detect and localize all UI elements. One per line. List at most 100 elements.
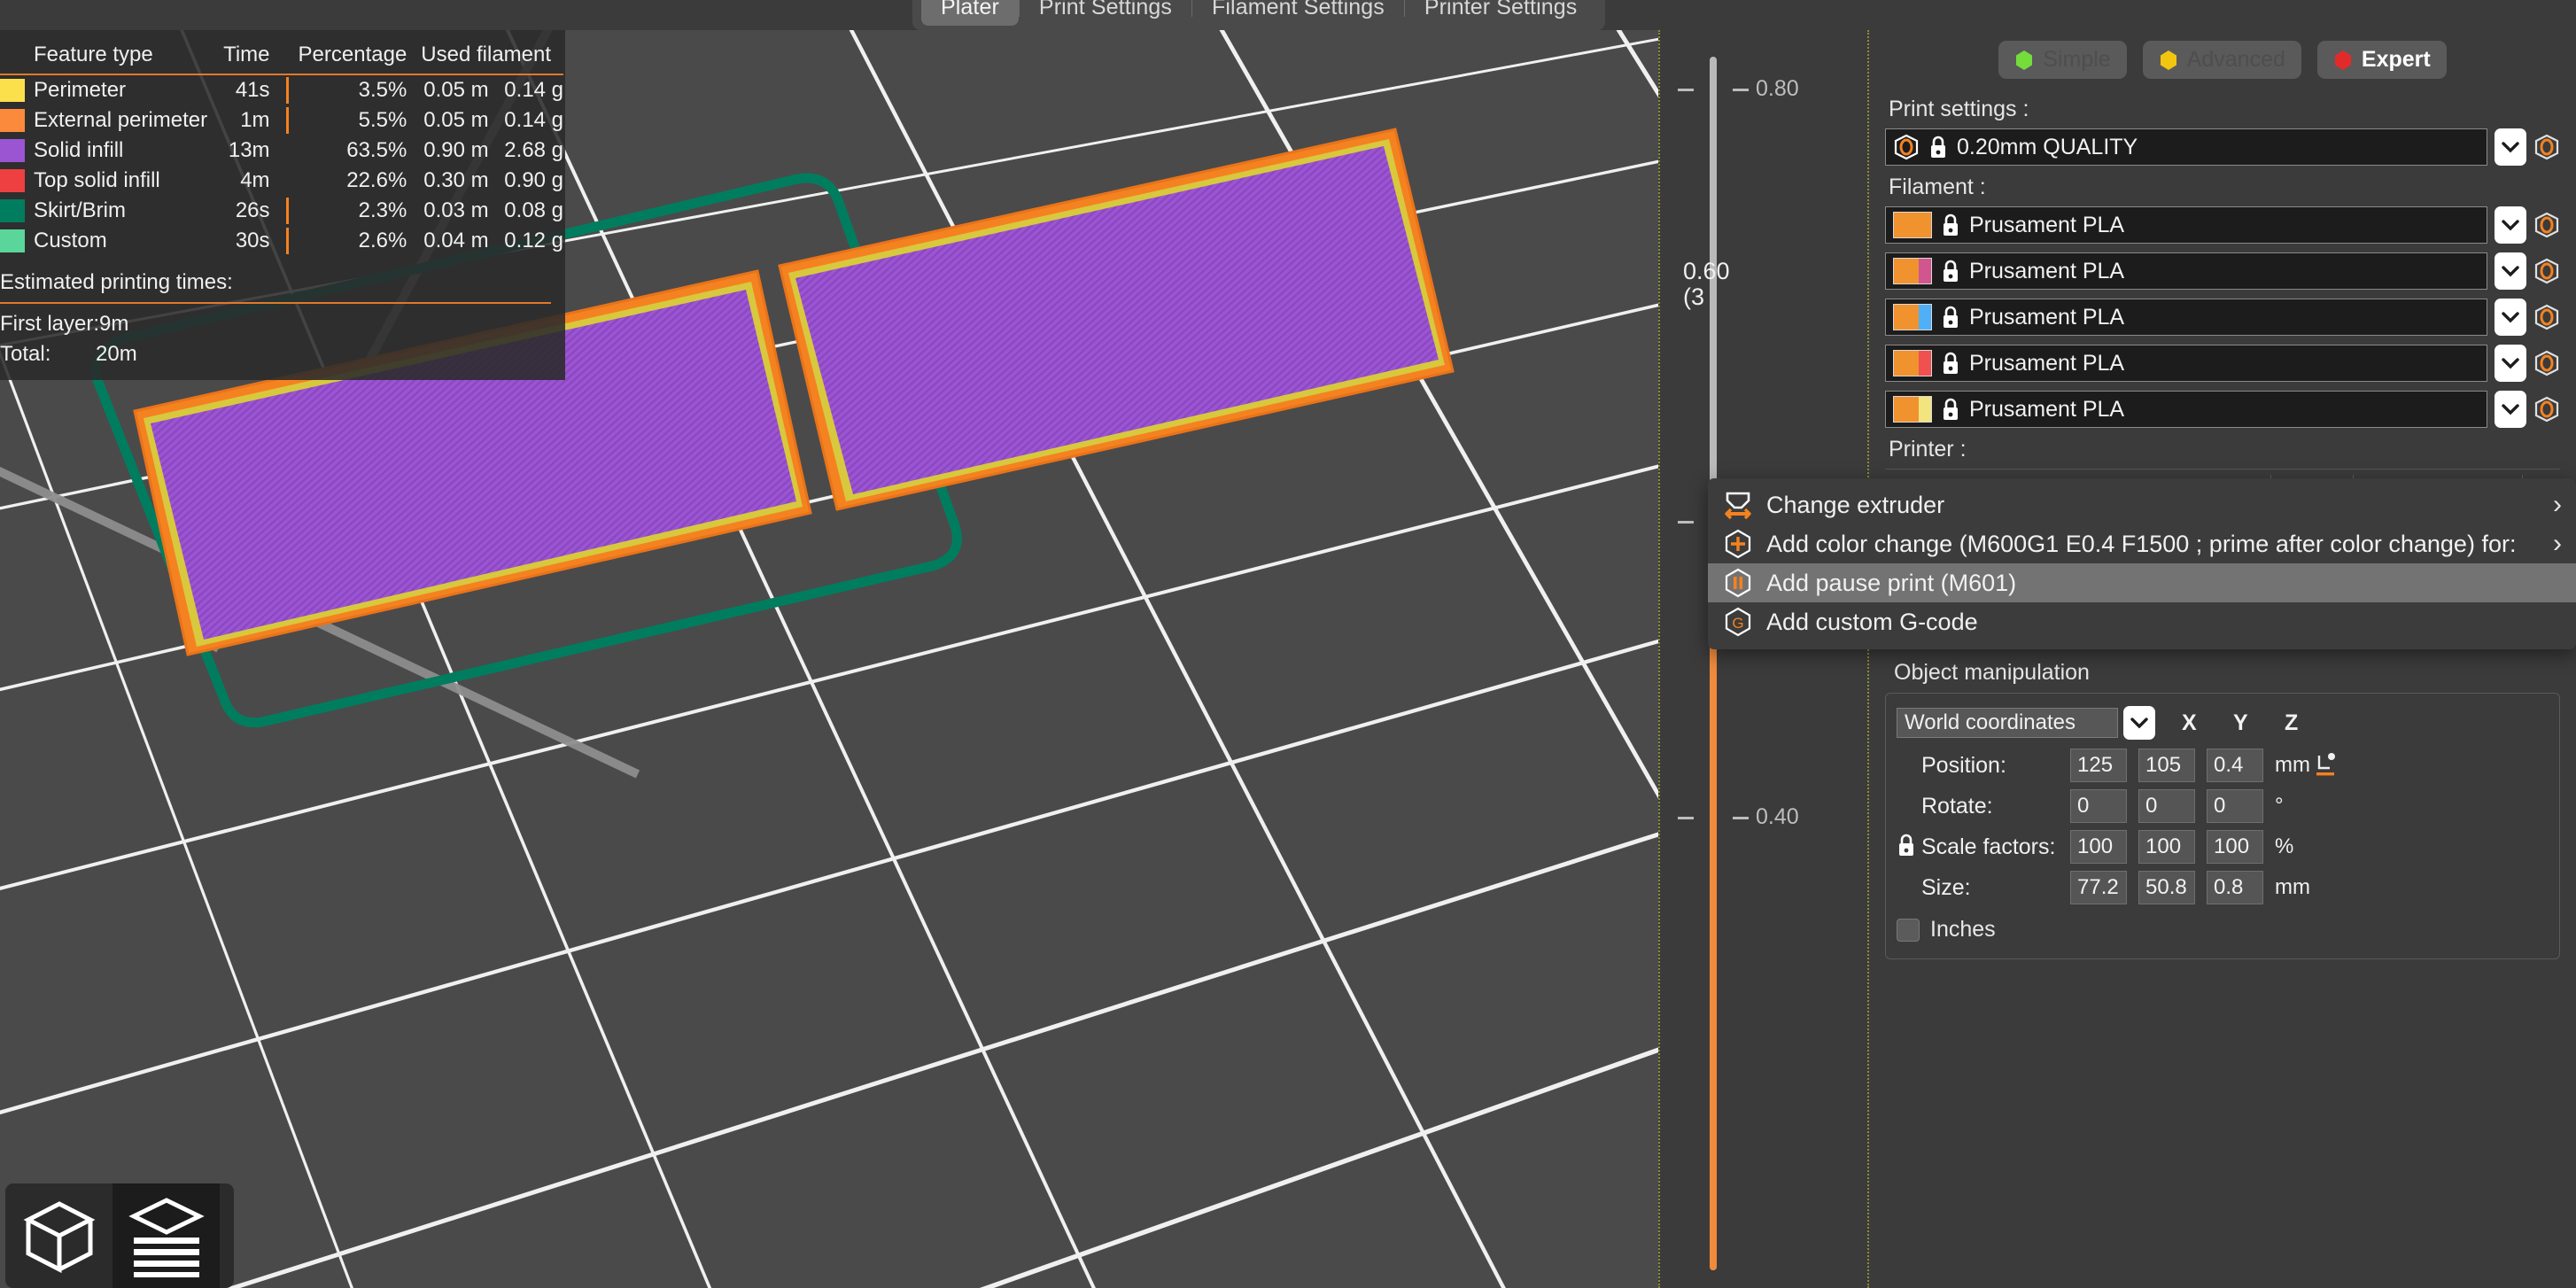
tab-filament-settings[interactable]: Filament Settings <box>1192 0 1404 26</box>
legend-feature-name: Custom <box>34 226 223 256</box>
context-menu-item[interactable]: Change extruder› <box>1708 485 2576 524</box>
settings-cog-icon <box>1893 134 1920 160</box>
filament-edit-icon[interactable] <box>2533 396 2560 423</box>
layer-slider[interactable]: 0.80 0.60 (3 0.40 <box>1658 30 1869 1288</box>
col-used-filament: Used filament <box>421 43 563 74</box>
filament-dropdown-button-4[interactable] <box>2495 345 2526 382</box>
mode-hex-icon <box>2333 50 2353 71</box>
filament-swatch-segment <box>1894 351 1919 376</box>
mode-button-simple[interactable]: Simple <box>1998 41 2126 79</box>
om-field-z[interactable]: 0 <box>2207 789 2263 823</box>
layers-icon <box>127 1193 206 1278</box>
coordinate-space-select[interactable]: World coordinates <box>1897 708 2118 738</box>
filament-swatch-segment <box>1894 397 1919 422</box>
filament-combo-1[interactable]: Prusament PLA <box>1885 206 2487 244</box>
estimated-time-value: 20m <box>96 342 137 367</box>
legend-bar <box>286 228 289 254</box>
filament-color-swatch <box>1893 396 1932 423</box>
print-settings-dropdown-button[interactable] <box>2495 128 2526 166</box>
legend-row: Skirt/Brim26s2.3%0.03 m0.08 g <box>0 196 563 226</box>
lock-icon <box>1941 397 1960 422</box>
inches-row[interactable]: Inches <box>1897 917 2549 943</box>
mode-selector[interactable]: Simple Advanced Expert <box>1885 30 2560 91</box>
legend-feature-name: Skirt/Brim <box>34 196 223 226</box>
axis-label-z: Z <box>2285 710 2336 736</box>
mode-button-expert[interactable]: Expert <box>2317 41 2447 79</box>
om-field-z[interactable]: 100 <box>2207 830 2263 864</box>
filament-edit-icon[interactable] <box>2533 350 2560 376</box>
filament-edit-icon[interactable] <box>2533 304 2560 330</box>
filament-color-swatch <box>1893 304 1932 330</box>
filament-edit-icon[interactable] <box>2533 258 2560 284</box>
estimated-time-label: First layer: <box>0 312 99 337</box>
coordinate-space-dropdown-button[interactable] <box>2123 706 2155 740</box>
context-menu-item[interactable]: GAdd custom G-code <box>1708 602 2576 641</box>
om-field-y[interactable]: 100 <box>2138 830 2195 864</box>
color-change-icon <box>1724 529 1752 559</box>
filament-dropdown-button-1[interactable] <box>2495 206 2526 244</box>
filament-combo-4[interactable]: Prusament PLA <box>1885 345 2487 382</box>
filament-dropdown-button-3[interactable] <box>2495 299 2526 336</box>
om-field-x[interactable]: 0 <box>2070 789 2127 823</box>
filament-row-3[interactable]: Prusament PLA <box>1885 299 2560 336</box>
filament-value: Prusament PLA <box>1969 351 2124 376</box>
tab-print-settings[interactable]: Print Settings <box>1020 0 1191 26</box>
feature-type-legend: Feature type Time Percentage Used filame… <box>0 30 565 380</box>
change-extruder-icon <box>1724 490 1752 520</box>
mode-button-label: Expert <box>2362 47 2431 73</box>
om-field-z[interactable]: 0.8 <box>2207 871 2263 904</box>
om-field-y[interactable]: 0 <box>2138 789 2195 823</box>
print-settings-edit-icon[interactable] <box>2533 134 2560 160</box>
om-row-label: Rotate: <box>1921 794 2070 819</box>
preview-view-button[interactable] <box>113 1183 220 1288</box>
om-field-x[interactable]: 125 <box>2070 749 2127 782</box>
drop-to-bed-icon[interactable] <box>2314 752 2337 779</box>
object-manipulation-panel: World coordinates X Y Z Position:1251050… <box>1885 693 2560 959</box>
chevron-down-icon <box>2130 718 2148 729</box>
view-mode-toggle[interactable] <box>5 1183 234 1288</box>
filament-row-1[interactable]: Prusament PLA <box>1885 206 2560 244</box>
chevron-down-icon <box>2502 312 2519 323</box>
om-row-size: Size:77.250.80.8mm <box>1897 871 2549 904</box>
estimated-time-row: First layer:9m <box>0 309 551 339</box>
filament-row-2[interactable]: Prusament PLA <box>1885 252 2560 290</box>
context-menu-item[interactable]: Add pause print (M601) <box>1708 563 2576 602</box>
om-row-rotate: Rotate:000° <box>1897 789 2549 823</box>
uniform-scale-lock-icon[interactable] <box>1897 832 1916 863</box>
filament-combo-3[interactable]: Prusament PLA <box>1885 299 2487 336</box>
print-settings-value: 0.20mm QUALITY <box>1957 135 2138 160</box>
layer-slider-current-value: 0.60 (3 <box>1683 259 1730 310</box>
layer-slider-bottom-label: 0.40 <box>1756 804 1799 830</box>
estimated-time-label: Total: <box>0 342 96 367</box>
om-field-z[interactable]: 0.4 <box>2207 749 2263 782</box>
filament-row-4[interactable]: Prusament PLA <box>1885 345 2560 382</box>
legend-color-swatch <box>0 229 25 252</box>
print-settings-combo[interactable]: 0.20mm QUALITY <box>1885 128 2487 166</box>
tab-printer-settings[interactable]: Printer Settings <box>1405 0 1597 26</box>
tab-plater[interactable]: Plater <box>921 0 1019 26</box>
filament-combo-5[interactable]: Prusament PLA <box>1885 391 2487 428</box>
legend-table: Feature type Time Percentage Used filame… <box>0 43 563 256</box>
inches-checkbox[interactable] <box>1897 919 1920 942</box>
print-settings-row[interactable]: 0.20mm QUALITY <box>1885 128 2560 166</box>
layer-slider-fill[interactable] <box>1710 643 1717 1270</box>
legend-color-swatch <box>0 199 25 222</box>
filament-dropdown-button-2[interactable] <box>2495 252 2526 290</box>
filament-dropdown-button-5[interactable] <box>2495 391 2526 428</box>
filament-row-5[interactable]: Prusament PLA <box>1885 391 2560 428</box>
editor-view-button[interactable] <box>5 1183 113 1288</box>
om-field-y[interactable]: 105 <box>2138 749 2195 782</box>
object-manipulation-title: Object manipulation <box>1894 660 2560 686</box>
mode-hex-icon <box>2159 50 2178 71</box>
legend-percentage: 5.5% <box>299 105 422 136</box>
mode-button-advanced[interactable]: Advanced <box>2143 41 2301 79</box>
om-field-y[interactable]: 50.8 <box>2138 871 2195 904</box>
filament-swatch-segment <box>1894 305 1919 330</box>
filament-edit-icon[interactable] <box>2533 212 2560 238</box>
gcode-context-menu[interactable]: Change extruder›Add color change (M600G1… <box>1708 478 2576 649</box>
filament-combo-2[interactable]: Prusament PLA <box>1885 252 2487 290</box>
om-field-x[interactable]: 77.2 <box>2070 871 2127 904</box>
context-menu-item[interactable]: Add color change (M600G1 E0.4 F1500 ; pr… <box>1708 524 2576 563</box>
om-field-x[interactable]: 100 <box>2070 830 2127 864</box>
coordinate-space-row[interactable]: World coordinates X Y Z <box>1897 706 2549 740</box>
